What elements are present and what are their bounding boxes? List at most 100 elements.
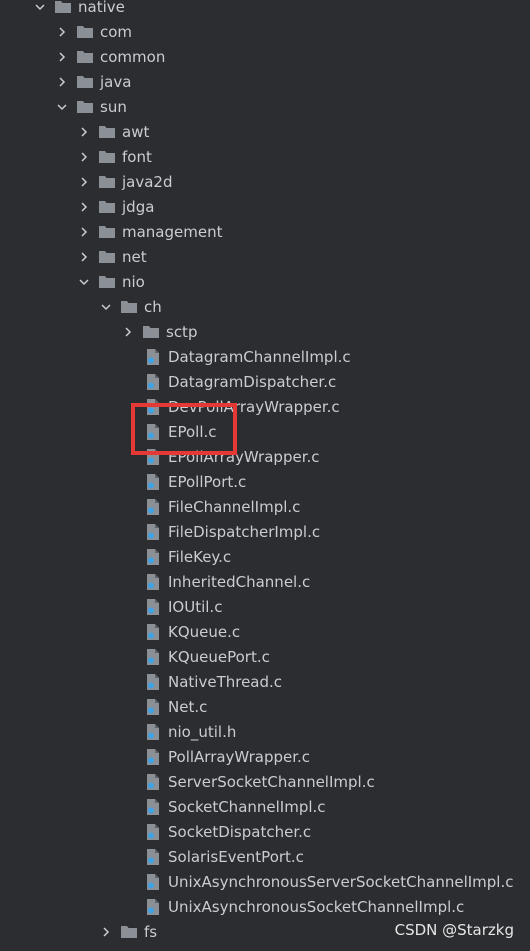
file-label: SocketDispatcher.c [168,822,312,841]
c-file-icon [144,398,162,416]
chevron-right-icon[interactable] [98,924,114,940]
chevron-right-icon[interactable] [76,224,92,240]
chevron-right-icon[interactable] [120,324,136,340]
c-file-icon [144,423,162,441]
file-item[interactable]: EPoll.c [144,419,217,444]
c-file-icon [144,823,162,841]
file-label: IOUtil.c [168,597,223,616]
file-item[interactable]: nio_util.h [144,719,236,744]
file-label: InheritedChannel.c [168,572,311,591]
c-file-icon [144,698,162,716]
folder-icon [76,73,94,91]
tree-item-fs[interactable]: fs [98,919,157,944]
tree-item-label: ch [144,297,162,316]
tree-item-label: java2d [122,172,173,191]
c-file-icon [144,498,162,516]
folder-icon [98,248,116,266]
tree-item-nio[interactable]: nio [76,269,145,294]
c-file-icon [144,348,162,366]
file-label: DatagramDispatcher.c [168,372,337,391]
folder-icon [98,148,116,166]
chevron-right-icon[interactable] [76,149,92,165]
file-label: EPoll.c [168,422,217,441]
tree-item-native[interactable]: native [32,0,125,19]
file-item[interactable]: NativeThread.c [144,669,282,694]
tree-item-label: sun [100,97,127,116]
chevron-right-icon[interactable] [76,174,92,190]
chevron-down-icon[interactable] [76,274,92,290]
chevron-right-icon[interactable] [54,49,70,65]
file-label: EPollPort.c [168,472,247,491]
tree-item-java2d[interactable]: java2d [76,169,173,194]
tree-item-sun[interactable]: sun [54,94,127,119]
project-tree: native com common java sun awt font java… [0,0,530,951]
chevron-down-icon[interactable] [98,299,114,315]
file-item[interactable]: InheritedChannel.c [144,569,310,594]
tree-item-sctp[interactable]: sctp [120,319,197,344]
file-item[interactable]: DatagramChannelImpl.c [144,344,351,369]
file-item[interactable]: SolarisEventPort.c [144,844,304,869]
folder-icon [98,173,116,191]
file-item[interactable]: KQueuePort.c [144,644,270,669]
tree-item-label: font [122,147,152,166]
file-item[interactable]: EPollArrayWrapper.c [144,444,320,469]
tree-item-java[interactable]: java [54,69,131,94]
folder-icon [98,223,116,241]
watermark: CSDN @Starzkg [394,921,514,939]
file-label: FileChannelImpl.c [168,497,301,516]
folder-icon [98,198,116,216]
chevron-right-icon[interactable] [76,124,92,140]
file-label: DevPollArrayWrapper.c [168,397,340,416]
file-item[interactable]: ServerSocketChannelImpl.c [144,769,375,794]
file-item[interactable]: IOUtil.c [144,594,222,619]
c-file-icon [144,648,162,666]
tree-item-net[interactable]: net [76,244,147,269]
tree-item-management[interactable]: management [76,219,222,244]
tree-item-awt[interactable]: awt [76,119,149,144]
tree-item-label: management [122,222,223,241]
tree-item-common[interactable]: common [54,44,165,69]
file-label: KQueuePort.c [168,647,270,666]
tree-item-label: fs [144,922,158,941]
chevron-down-icon[interactable] [32,0,48,15]
file-label: FileDispatcherImpl.c [168,522,321,541]
tree-item-label: sctp [166,322,198,341]
file-item[interactable]: UnixAsynchronousSocketChannelImpl.c [144,894,464,919]
chevron-right-icon[interactable] [76,199,92,215]
file-item[interactable]: UnixAsynchronousServerSocketChannelImpl.… [144,869,513,894]
chevron-down-icon[interactable] [54,99,70,115]
file-label: KQueue.c [168,622,241,641]
chevron-right-icon[interactable] [54,74,70,90]
tree-item-label: com [100,22,133,41]
file-label: SolarisEventPort.c [168,847,304,866]
file-item[interactable]: KQueue.c [144,619,240,644]
chevron-right-icon[interactable] [54,24,70,40]
file-item[interactable]: DatagramDispatcher.c [144,369,336,394]
file-item[interactable]: FileKey.c [144,544,231,569]
folder-icon [76,23,94,41]
file-item[interactable]: FileDispatcherImpl.c [144,519,320,544]
chevron-right-icon[interactable] [76,249,92,265]
file-item[interactable]: SocketDispatcher.c [144,819,311,844]
file-item[interactable]: SocketChannelImpl.c [144,794,326,819]
folder-icon [54,0,72,16]
c-file-icon [144,848,162,866]
tree-item-jdga[interactable]: jdga [76,194,154,219]
file-label: UnixAsynchronousSocketChannelImpl.c [168,897,465,916]
tree-item-ch[interactable]: ch [98,294,162,319]
file-label: PollArrayWrapper.c [168,747,311,766]
tree-item-font[interactable]: font [76,144,152,169]
file-item[interactable]: Net.c [144,694,207,719]
tree-item-com[interactable]: com [54,19,132,44]
file-item[interactable]: PollArrayWrapper.c [144,744,310,769]
file-label: Net.c [168,697,208,716]
folder-icon [98,123,116,141]
file-item[interactable]: EPollPort.c [144,469,246,494]
file-item[interactable]: FileChannelImpl.c [144,494,300,519]
tree-item-label: native [78,0,125,16]
c-file-icon [144,473,162,491]
file-label: SocketChannelImpl.c [168,797,326,816]
file-item[interactable]: DevPollArrayWrapper.c [144,394,340,419]
c-file-icon [144,873,162,891]
c-file-icon [144,748,162,766]
